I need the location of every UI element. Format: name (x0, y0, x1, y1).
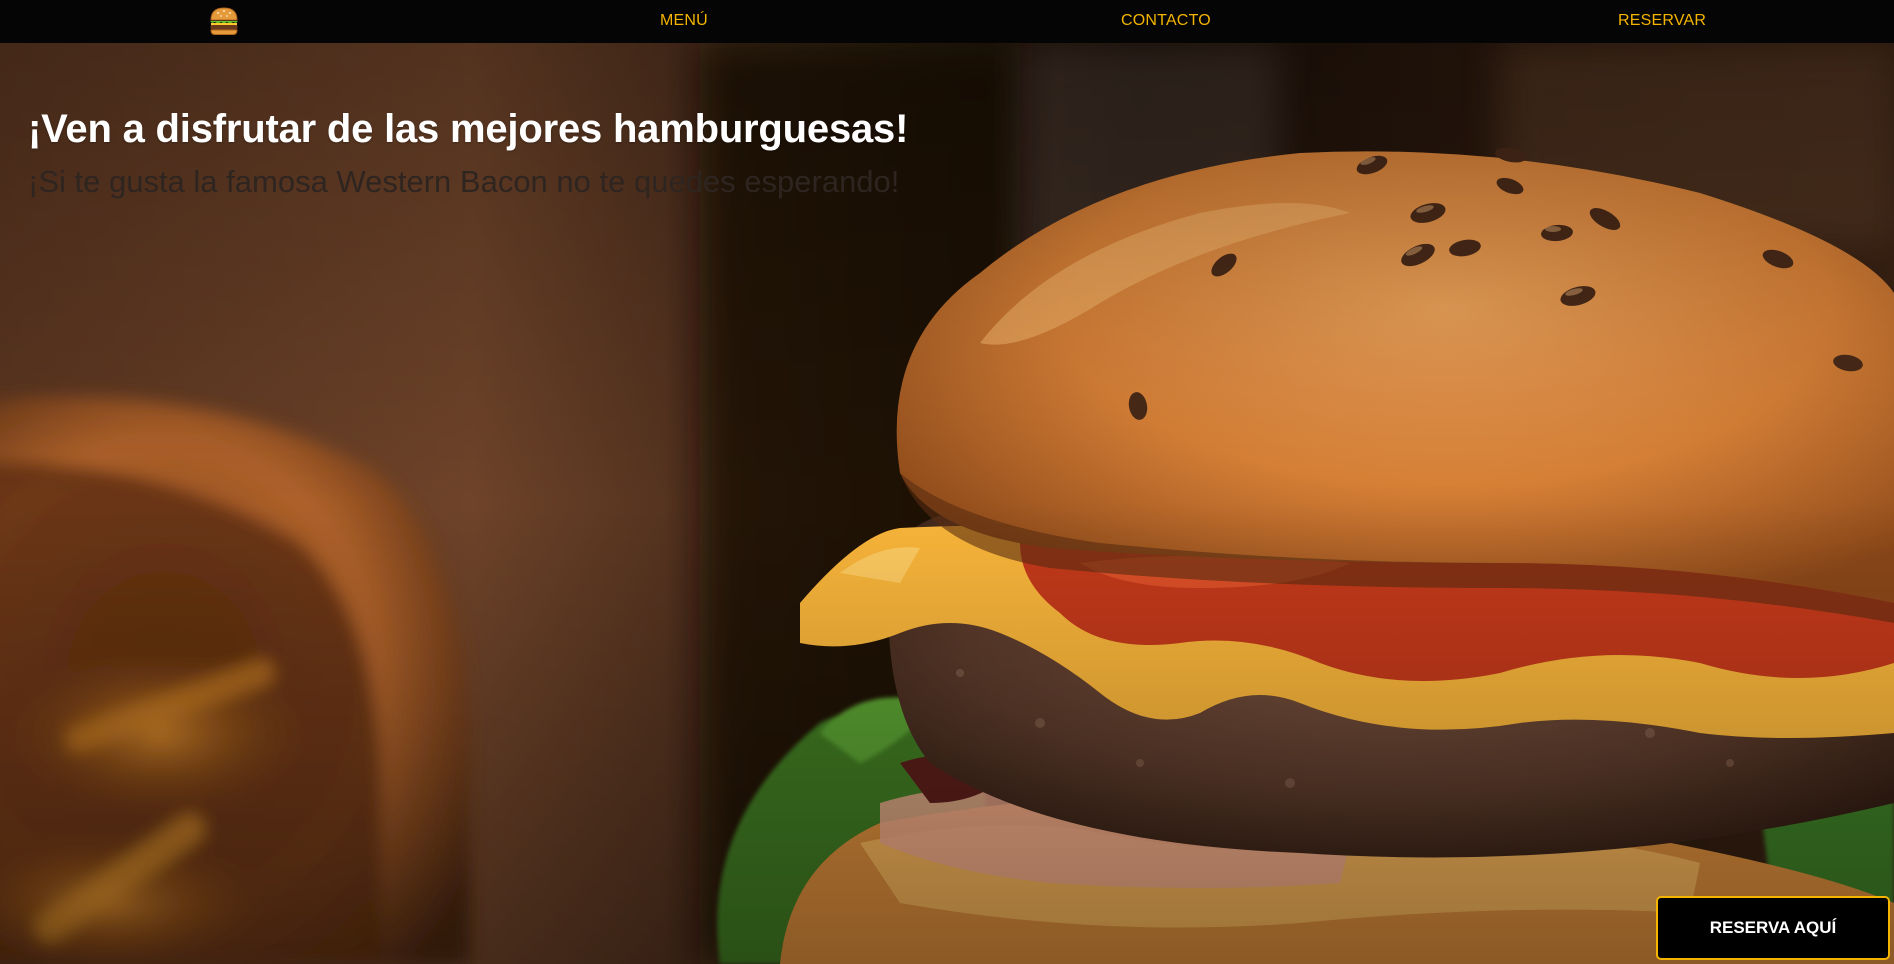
hero-subtitle: ¡Si te gusta la famosa Western Bacon no … (28, 164, 900, 199)
nav-contacto-link[interactable]: CONTACTO (1121, 0, 1211, 43)
hero-title: ¡Ven a disfrutar de las mejores hamburgu… (28, 107, 909, 151)
nav-reservar-link[interactable]: RESERVAR (1618, 0, 1706, 43)
nav-menu-link[interactable]: MENÚ (660, 0, 708, 43)
reserva-aqui-button[interactable]: RESERVA AQUÍ (1656, 896, 1890, 960)
top-navbar: MENÚ CONTACTO RESERVAR (0, 0, 1894, 43)
hero-section: ¡Ven a disfrutar de las mejores hamburgu… (0, 43, 1894, 964)
burger-logo-icon[interactable] (208, 5, 240, 37)
